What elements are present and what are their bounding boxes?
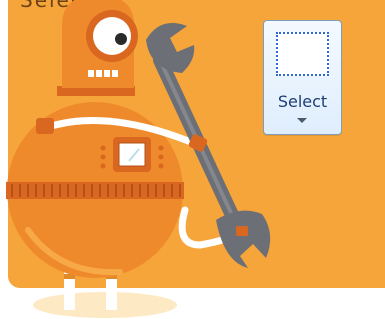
robot-belt [6,182,184,199]
select-rectangle-icon [276,32,329,76]
chevron-down-icon[interactable] [297,118,307,123]
select-button[interactable]: Select [263,20,342,135]
robot-shadow [33,292,177,318]
select-button-label: Select [277,92,328,111]
